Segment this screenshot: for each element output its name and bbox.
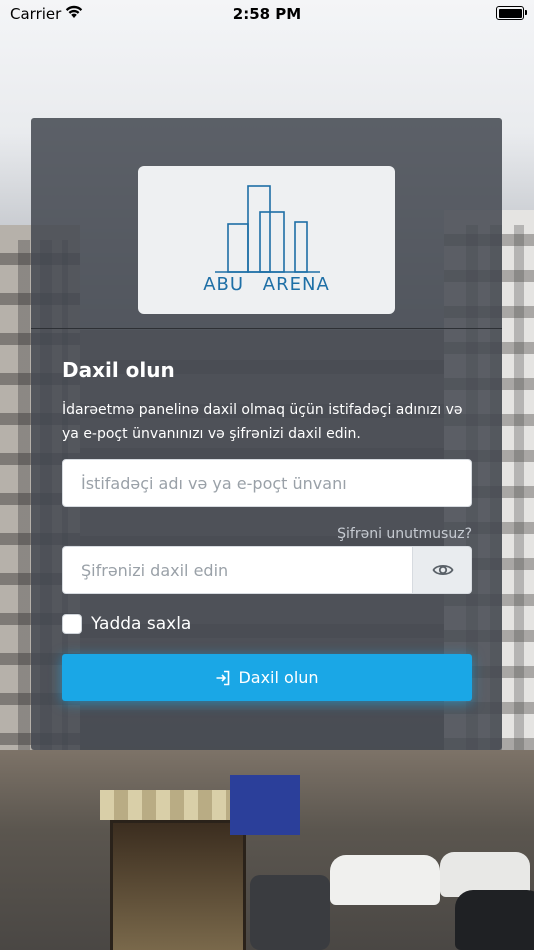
login-button[interactable]: Daxil olun [62,654,472,701]
status-time: 2:58 PM [232,5,302,23]
remember-me[interactable]: Yadda saxla [62,614,191,634]
logo: ABU ARENA [138,166,395,314]
remember-me-label: Yadda saxla [91,614,192,634]
login-description: İdarəetmə panelinə daxil olmaq üçün isti… [62,402,463,442]
status-bar: Carrier 2:58 PM [0,0,534,28]
logo-text: ABU ARENA [203,274,330,295]
battery-icon [496,6,527,20]
sign-in-icon [216,670,230,685]
login-button-label: Daxil olun [238,668,319,687]
page-title: Daxil olun [62,358,175,382]
eye-icon [432,564,454,576]
forgot-password-link[interactable]: Şifrəni unutmusuz? [337,526,472,542]
show-password-button[interactable] [412,546,472,594]
username-input[interactable] [62,459,472,507]
login-card: ABU ARENA Daxil olun İdarəetmə panelinə … [31,118,502,750]
remember-me-checkbox[interactable] [62,614,82,634]
divider [31,328,502,329]
password-input[interactable] [62,546,413,594]
